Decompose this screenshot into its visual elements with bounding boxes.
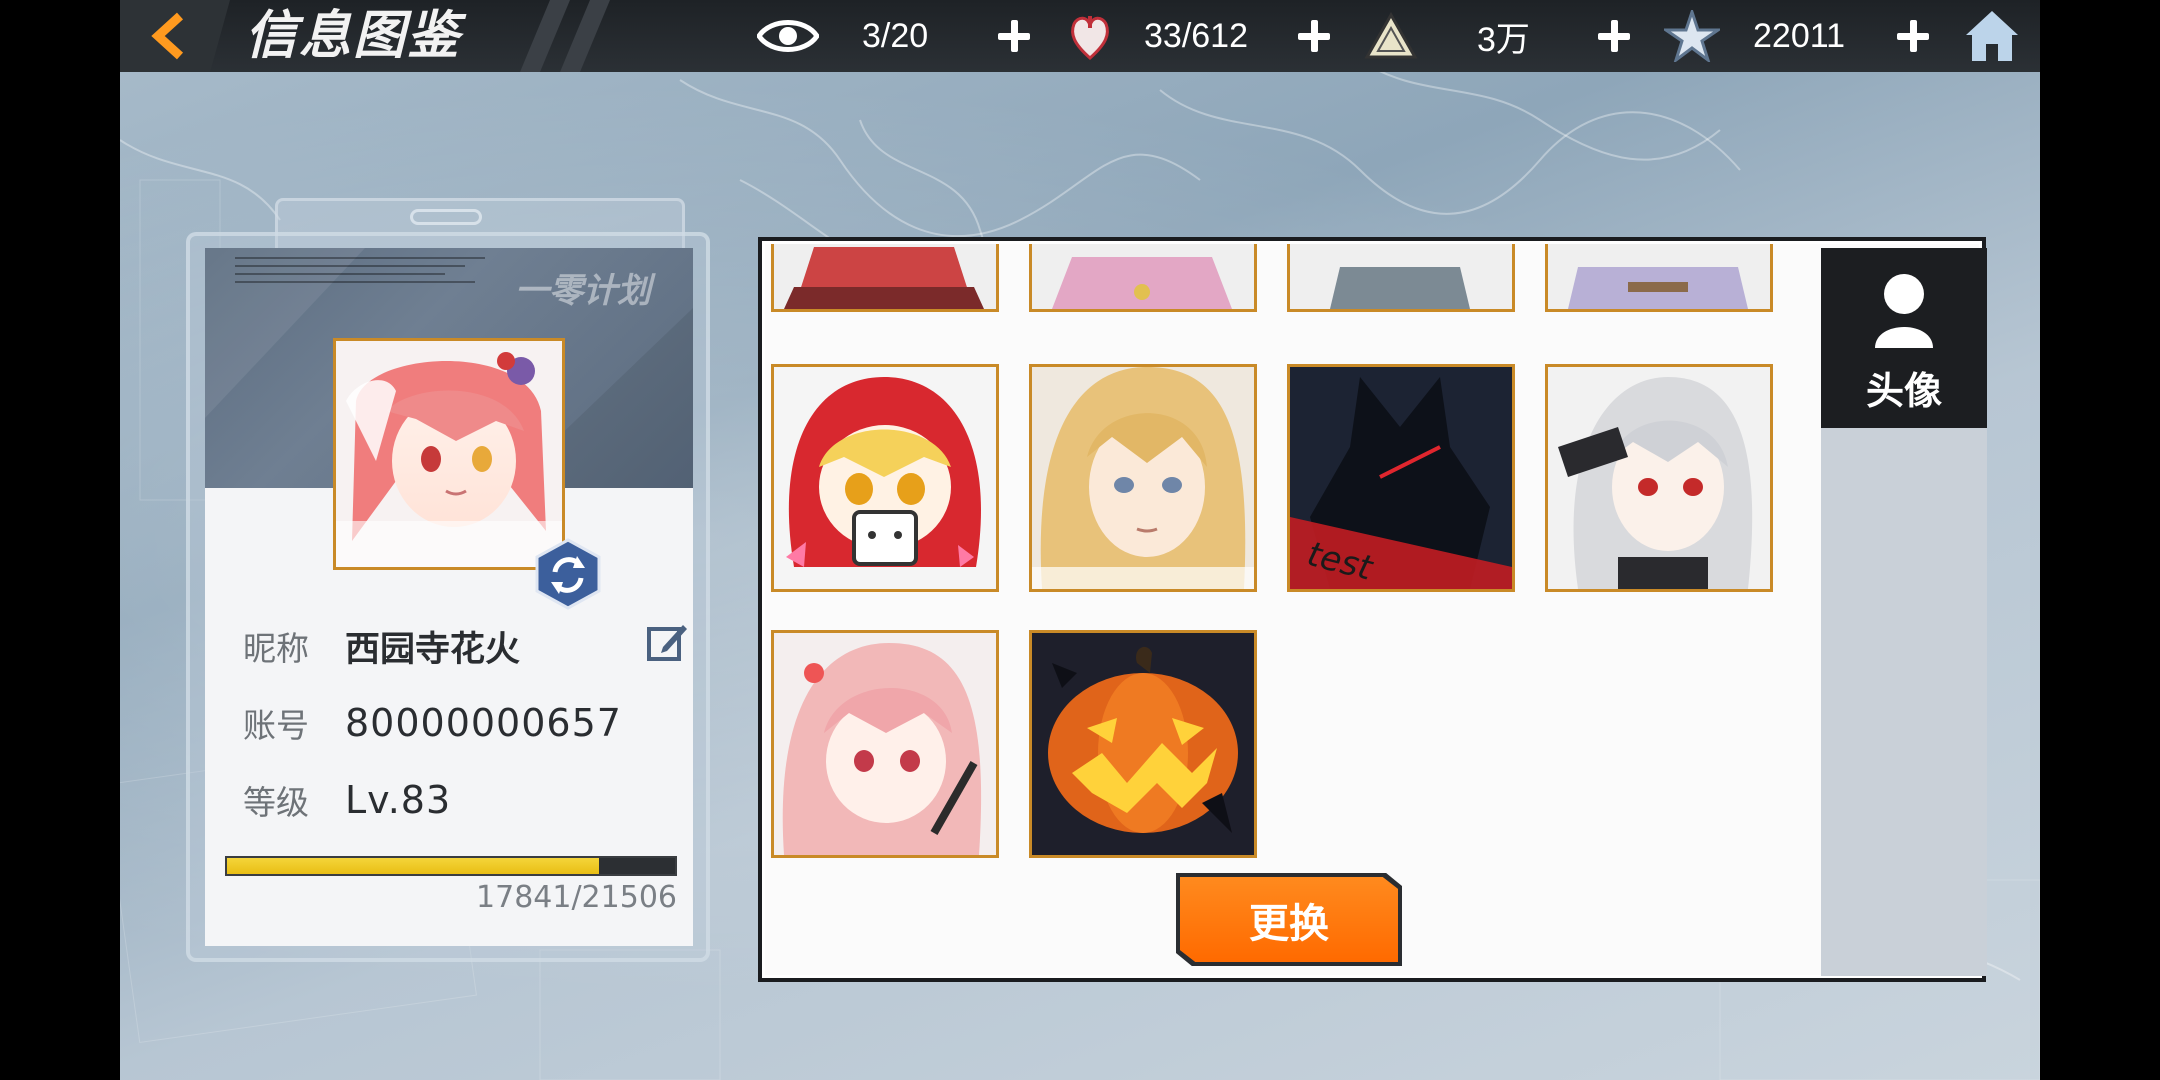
currency-counter: 3万: [1477, 20, 1530, 59]
account-value: 80000000657: [345, 701, 622, 745]
card-slot: [410, 209, 482, 225]
change-avatar-button[interactable]: 更换: [1180, 877, 1398, 962]
avatar-thumbnail: [1290, 244, 1512, 309]
side-tabs: 头像: [1821, 248, 1987, 976]
crystal-counter: 22011: [1753, 16, 1846, 55]
avatar-tile-pumpkin[interactable]: [1029, 630, 1257, 858]
add-crystal-button[interactable]: [1895, 18, 1931, 54]
avatar-portrait: [336, 341, 562, 567]
avatar-grid: test: [765, 244, 1815, 981]
id-card: 一零计划 昵称 西园寺花火 账号 80000000657 等级 Lv.83 17…: [205, 248, 693, 946]
account-row: 账号 80000000657: [243, 698, 622, 748]
avatar-thumbnail: [1548, 367, 1770, 589]
avatar-tile-partial-4[interactable]: [1545, 244, 1773, 312]
avatar-tile-blonde-girl[interactable]: [1029, 364, 1257, 592]
add-stamina-button[interactable]: [996, 18, 1032, 54]
page-title: 信息图鉴: [245, 5, 462, 66]
avatar-thumbnail: [774, 244, 996, 309]
avatar-tile-dark-knight[interactable]: test: [1287, 364, 1515, 592]
current-avatar[interactable]: [333, 338, 565, 570]
nickname-value: 西园寺花火: [345, 629, 521, 670]
avatar-tile-white-hair-girl[interactable]: [1545, 364, 1773, 592]
level-label: 等级: [243, 783, 309, 822]
eye-icon: [757, 20, 819, 52]
tab-avatar-label: 头像: [1865, 368, 1942, 413]
avatar-thumbnail: [774, 633, 996, 855]
avatar-thumbnail: [1032, 244, 1254, 309]
exp-bar-fill: [227, 858, 599, 874]
add-heart-button[interactable]: [1296, 18, 1332, 54]
avatar-tile-partial-3[interactable]: [1287, 244, 1515, 312]
triangle-emblem-icon: [1364, 12, 1418, 59]
title-stripes-decoration: [520, 0, 610, 72]
avatar-thumbnail: [1032, 367, 1254, 589]
nickname-label: 昵称: [243, 629, 309, 668]
avatar-thumbnail: [1032, 633, 1254, 855]
add-currency-button[interactable]: [1596, 18, 1632, 54]
card-logo: 一零计划: [515, 271, 651, 311]
home-icon[interactable]: [1963, 8, 2021, 64]
level-value: Lv.83: [345, 778, 452, 822]
game-screen: 信息图鉴 3/20 33/612 3万 22011 一零计划 昵称 西园寺花火 …: [120, 0, 2040, 1080]
heart-icon: [1071, 16, 1109, 60]
top-bar: 信息图鉴 3/20 33/612 3万 22011: [120, 0, 2040, 72]
edit-nickname-icon[interactable]: [645, 621, 689, 665]
avatar-tile-partial-2[interactable]: [1029, 244, 1257, 312]
avatar-thumbnail: [1548, 244, 1770, 309]
nickname-row: 昵称 西园寺花火: [243, 621, 520, 671]
avatar-tile-pink-hair-girl[interactable]: [771, 630, 999, 858]
stamina-counter: 3/20: [862, 16, 929, 55]
avatar-tile-partial-1[interactable]: [771, 244, 999, 312]
star-crystal-icon: [1664, 10, 1720, 62]
person-icon: [1875, 274, 1933, 348]
tab-avatar[interactable]: 头像: [1821, 248, 1987, 428]
heart-counter: 33/612: [1144, 16, 1248, 55]
change-avatar-icon[interactable]: [535, 538, 601, 610]
avatar-thumbnail: [774, 367, 996, 589]
back-button[interactable]: [120, 0, 230, 72]
avatar-panel-inner: test 头像: [762, 241, 1987, 981]
level-row: 等级 Lv.83: [243, 775, 451, 825]
avatar-thumbnail: test: [1290, 367, 1512, 589]
back-arrow-icon: [151, 12, 184, 60]
exp-bar: [225, 856, 677, 876]
avatar-tile-red-hood-girl[interactable]: [771, 364, 999, 592]
avatar-selection-panel: test 头像: [758, 237, 1987, 982]
account-label: 账号: [243, 706, 309, 745]
exp-text: 17841/21506: [476, 880, 677, 915]
